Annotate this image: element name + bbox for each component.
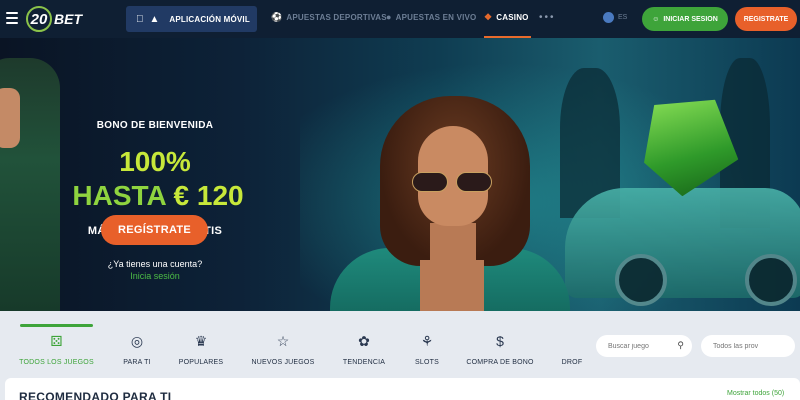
car-wheel	[745, 254, 797, 306]
game-search[interactable]: ⚲	[596, 335, 692, 357]
active-category-indicator	[20, 324, 93, 327]
hero-login-link[interactable]: Inicia sesión	[0, 271, 310, 281]
recommended-title: RECOMENDADO PARA TI	[19, 390, 172, 400]
apple-icon: 	[136, 14, 144, 25]
search-icon[interactable]: ⚲	[677, 340, 684, 351]
category-label: TODOS LOS JUEGOS	[19, 359, 94, 366]
left-character-face	[0, 88, 20, 148]
language-selector[interactable]: ES	[603, 12, 627, 23]
category-all-games[interactable]: ⚄ TODOS LOS JUEGOS	[19, 331, 94, 367]
recommended-section: RECOMENDADO PARA TI Mostrar todos (50)	[5, 378, 800, 400]
category-trending[interactable]: ✿ TENDENCIA	[340, 331, 388, 367]
category-bonus-buy[interactable]: $ COMPRA DE BONO	[464, 331, 536, 366]
register-button[interactable]: REGISTRATE	[735, 7, 797, 31]
casino-chip-icon: ❖	[484, 12, 493, 22]
bonus-amount-value: € 120	[173, 180, 244, 211]
bonus-amount: HASTA € 120	[0, 180, 316, 212]
more-menu-icon[interactable]: •••	[539, 12, 556, 23]
category-drops[interactable]: DROF	[560, 331, 584, 366]
mobile-app-button[interactable]:  ▲ APLICACIÓN MÓVIL	[126, 6, 257, 32]
nav-casino[interactable]: ❖ CASINO	[484, 12, 529, 23]
star-icon: ☆	[276, 332, 290, 349]
nav-sports-betting[interactable]: ⚽ APUESTAS DEPORTIVAS	[271, 12, 387, 23]
category-popular[interactable]: ♛ POPULARES	[176, 331, 226, 367]
provider-filter[interactable]	[701, 335, 795, 357]
category-label: TENDENCIA	[342, 359, 386, 366]
login-button[interactable]: ☺ INICIAR SESION	[642, 7, 728, 31]
category-for-you[interactable]: ◎ PARA TI	[114, 331, 160, 367]
nav-label: APUESTAS DEPORTIVAS	[286, 13, 387, 22]
login-label: INICIAR SESION	[663, 15, 718, 23]
category-new-games[interactable]: ☆ NUEVOS JUEGOS	[250, 331, 316, 367]
woman-chest	[420, 260, 484, 311]
category-label: SLOTS	[415, 359, 439, 366]
category-label: DROF	[561, 359, 583, 366]
hero-register-button[interactable]: REGÍSTRATE	[101, 215, 208, 245]
money-bag-icon: $	[496, 333, 504, 349]
dice-icon: ⚄	[50, 332, 63, 349]
bonus-amount-prefix: HASTA	[72, 180, 166, 211]
car-wheel	[615, 254, 667, 306]
category-label: NUEVOS JUEGOS	[251, 359, 315, 366]
live-icon: ●	[386, 12, 392, 22]
hamburger-menu-icon[interactable]	[6, 12, 18, 24]
bonus-percent: 100%	[119, 146, 191, 177]
welcome-bonus-label: BONO DE BIENVENIDA	[96, 120, 214, 131]
woman-neck	[430, 223, 476, 263]
sunglasses	[412, 172, 496, 194]
nav-live-betting[interactable]: ● APUESTAS EN VIVO	[386, 12, 477, 22]
category-label: PARA TI	[123, 359, 151, 366]
crown-icon: ♛	[194, 332, 208, 349]
show-all-link[interactable]: Mostrar todos (50)	[727, 390, 784, 397]
category-label: COMPRA DE BONO	[466, 359, 534, 366]
category-label: POPULARES	[178, 359, 224, 366]
mobile-app-label: APLICACIÓN MÓVIL	[161, 14, 249, 24]
logo-number: 20	[26, 6, 52, 32]
target-icon: ◎	[130, 332, 144, 349]
drops-icon	[562, 331, 582, 351]
car-image	[565, 188, 800, 306]
logo-text: BET	[54, 11, 82, 27]
nav-label: CASINO	[496, 13, 529, 22]
globe-icon	[603, 12, 614, 23]
nav-label: APUESTAS EN VIVO	[395, 12, 477, 22]
user-icon: ☺	[652, 15, 660, 23]
top-navigation: 20 BET  ▲ APLICACIÓN MÓVIL ⚽ APUESTAS D…	[0, 0, 800, 38]
search-input[interactable]	[608, 342, 672, 350]
category-slots[interactable]: ⚘ SLOTS	[410, 331, 444, 367]
logo[interactable]: 20 BET	[26, 5, 82, 33]
page: 20 BET  ▲ APLICACIÓN MÓVIL ⚽ APUESTAS D…	[0, 0, 800, 400]
soccer-ball-icon: ⚽	[271, 12, 283, 22]
provider-input[interactable]	[713, 342, 777, 350]
android-icon: ▲	[142, 13, 160, 25]
language-label: ES	[618, 14, 628, 21]
has-account-text: ¿Ya tienes una cuenta?	[107, 259, 203, 269]
cherries-icon: ⚘	[420, 332, 434, 349]
chili-icon: ✿	[358, 332, 370, 349]
